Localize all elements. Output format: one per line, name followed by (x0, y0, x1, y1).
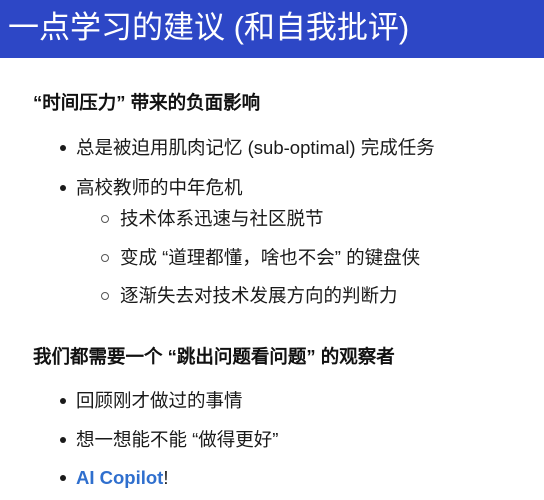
bullet-dot-icon (60, 398, 66, 404)
bullet-circle-icon (101, 292, 109, 300)
list-item: 想一想能不能 “做得更好” (60, 428, 279, 452)
bullet-dot-icon (60, 145, 66, 151)
list-item: 回顾刚才做过的事情 (60, 389, 243, 413)
bullet-dot-icon (60, 185, 66, 191)
title-bar: 一点学习的建议 (和自我批评) (0, 0, 544, 58)
list-item: 高校教师的中年危机 (60, 176, 243, 200)
list-item-text: 总是被迫用肌肉记忆 (sub-optimal) 完成任务 (76, 137, 435, 158)
bullet-dot-icon (60, 475, 66, 481)
exclamation-text: ! (163, 467, 169, 488)
bullet-dot-icon (60, 437, 66, 443)
list-item-text: 高校教师的中年危机 (76, 177, 243, 198)
slide-title: 一点学习的建议 (和自我批评) (8, 10, 410, 45)
bullet-circle-icon (101, 215, 109, 223)
list-item-text: 想一想能不能 “做得更好” (76, 429, 279, 450)
list-item: AI Copilot! (60, 466, 169, 490)
slide: 一点学习的建议 (和自我批评) “时间压力” 带来的负面影响 总是被迫用肌肉记忆… (0, 0, 544, 500)
sub-list-item: 变成 “道理都懂，啥也不会” 的键盘侠 (101, 246, 421, 270)
list-item: 总是被迫用肌肉记忆 (sub-optimal) 完成任务 (60, 136, 435, 160)
sub-list-item-text: 技术体系迅速与社区脱节 (120, 208, 324, 229)
sub-list-item-text: 变成 “道理都懂，啥也不会” 的键盘侠 (120, 247, 421, 268)
sub-list-item: 技术体系迅速与社区脱节 (101, 207, 324, 231)
section-heading-observer: 我们都需要一个 “跳出问题看问题” 的观察者 (33, 346, 395, 367)
sub-list-item-text: 逐渐失去对技术发展方向的判断力 (120, 285, 398, 306)
ai-copilot-link[interactable]: AI Copilot (76, 467, 163, 488)
sub-list-item: 逐渐失去对技术发展方向的判断力 (101, 284, 398, 308)
list-item-text: 回顾刚才做过的事情 (76, 390, 243, 411)
bullet-circle-icon (101, 254, 109, 262)
section-heading-time-pressure: “时间压力” 带来的负面影响 (33, 92, 261, 113)
